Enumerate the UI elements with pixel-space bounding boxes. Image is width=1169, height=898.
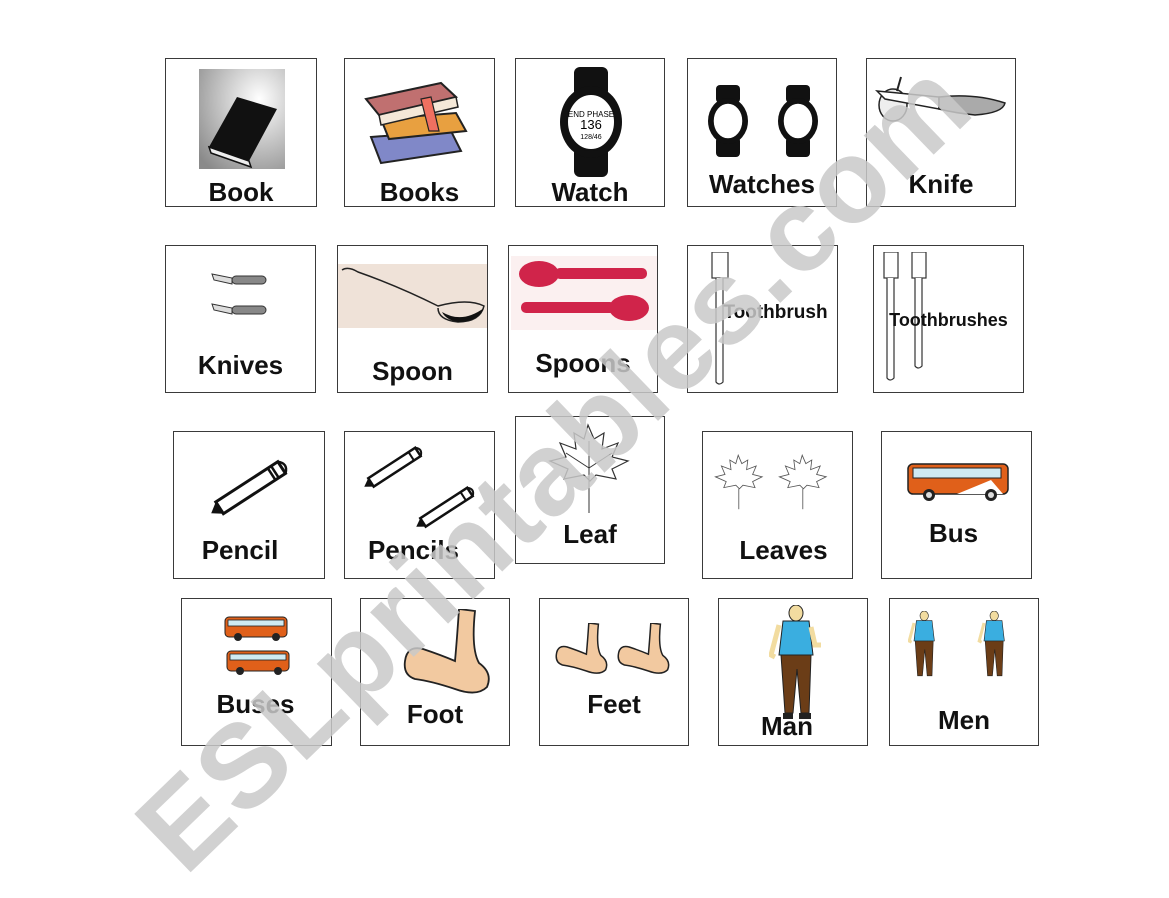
books-stack-icon	[361, 69, 476, 169]
card-label: Knives	[197, 350, 284, 380]
wristwatch-icon: END PHASE 136 128/46	[558, 67, 624, 177]
men-icon	[908, 611, 1014, 681]
card-label: Buses	[216, 689, 295, 719]
spoons-icon	[511, 256, 657, 330]
card-label: Pencils	[367, 535, 460, 565]
card-man: Man	[718, 598, 868, 746]
book-icon	[199, 69, 285, 169]
pencil-icon	[204, 450, 300, 526]
card-knives: Knives	[165, 245, 316, 393]
card-label: Leaves	[739, 535, 828, 565]
man-icon	[769, 605, 823, 721]
wristwatches-icon	[708, 85, 820, 157]
card-spoons: Spoons	[508, 245, 658, 393]
card-label: Book	[208, 177, 274, 207]
card-watches: Watches	[687, 58, 837, 207]
card-label: Leaf	[563, 519, 617, 549]
card-label: Watches	[709, 169, 815, 199]
card-spoon: Spoon	[337, 245, 488, 393]
card-label: Knife	[908, 169, 974, 199]
spoon-icon	[338, 264, 487, 328]
card-watch: END PHASE 136 128/46 Watch	[515, 58, 665, 207]
card-label: Spoons	[535, 348, 631, 378]
card-label: Watch	[551, 177, 629, 207]
card-books: Books	[344, 58, 495, 207]
card-book: Book	[165, 58, 317, 207]
card-leaf: Leaf	[515, 416, 665, 564]
card-feet: Feet	[539, 598, 689, 746]
card-label: Man	[761, 711, 813, 741]
leaf-icon	[546, 423, 630, 515]
card-label: Toothbrushes	[889, 310, 1008, 330]
card-foot: Foot	[360, 598, 510, 746]
card-knife: Knife	[866, 58, 1016, 207]
leaves-icon	[713, 454, 833, 512]
card-leaves: Leaves	[702, 431, 853, 579]
card-label: Bus	[928, 518, 979, 548]
pencils-icon	[361, 440, 485, 540]
card-toothbrush: Toothbrush	[687, 245, 838, 393]
card-toothbrushes: Toothbrushes	[873, 245, 1024, 393]
card-label: Books	[379, 177, 460, 207]
feet-icon	[554, 623, 676, 679]
card-bus: Bus	[881, 431, 1032, 579]
card-label: Toothbrush	[723, 302, 828, 323]
buses-icon	[224, 615, 292, 677]
card-label: Spoon	[372, 356, 453, 386]
card-label: Men	[938, 705, 990, 735]
svg-text:128/46: 128/46	[580, 134, 602, 141]
svg-text:136: 136	[580, 117, 602, 132]
card-buses: Buses	[181, 598, 332, 746]
card-label: Foot	[406, 699, 464, 729]
card-label: Pencil	[201, 535, 279, 565]
knife-icon	[875, 73, 1009, 133]
card-men: Men	[889, 598, 1039, 746]
card-pencils: Pencils	[344, 431, 495, 579]
bus-icon	[907, 462, 1011, 502]
card-pencil: Pencil	[173, 431, 325, 579]
foot-icon	[401, 609, 493, 695]
knives-icon	[210, 266, 270, 326]
card-label: Feet	[587, 689, 641, 719]
